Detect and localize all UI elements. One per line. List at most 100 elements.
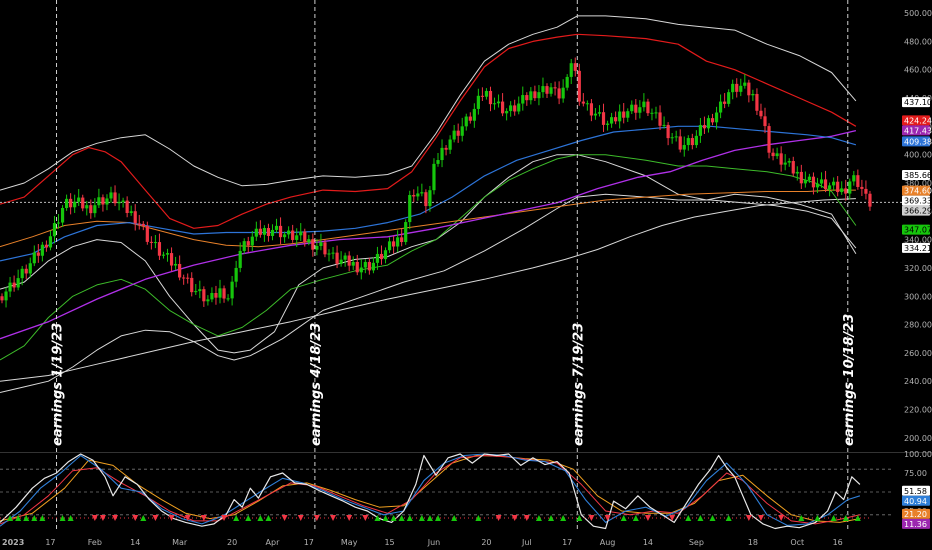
candle-body	[815, 183, 820, 188]
candle-body	[97, 197, 101, 206]
candle-body	[706, 118, 711, 129]
candle-body	[81, 197, 85, 209]
candle-body	[440, 147, 444, 161]
candle-body	[848, 181, 852, 194]
time-tick-label: 20	[481, 538, 491, 547]
time-tick-label: 2023	[2, 538, 24, 547]
candle-body	[214, 292, 218, 298]
candle-body	[178, 263, 182, 278]
candle[interactable]	[404, 219, 408, 245]
candle-body	[182, 277, 186, 279]
time-tick-label: 17	[45, 538, 55, 547]
candle-body	[404, 222, 408, 243]
candle-body	[783, 162, 787, 165]
candle-body	[299, 231, 303, 236]
candle-body	[412, 195, 416, 197]
candle-body	[339, 259, 343, 264]
candle-body	[601, 112, 606, 125]
candle-body	[198, 289, 202, 292]
time-tick-label: Sep	[689, 538, 704, 547]
time-tick-label: Aug	[600, 538, 616, 547]
candle-body	[698, 125, 703, 136]
candle-body	[266, 228, 271, 236]
candle-body	[787, 161, 791, 163]
candle-body	[650, 112, 654, 114]
candle-body	[545, 86, 549, 94]
candle-body	[210, 292, 214, 300]
earnings-label: earnings 4/18/23	[309, 323, 324, 446]
candle-body	[658, 112, 662, 126]
candle-body	[420, 192, 424, 194]
osc-value-label-text: 11.36	[904, 520, 927, 529]
osc-value-label-text: 51.58	[904, 487, 927, 496]
candle-body	[226, 298, 230, 300]
candle-body	[73, 201, 77, 208]
price-label: 417.43	[902, 125, 932, 136]
candle-body	[408, 195, 412, 223]
candle-body	[319, 242, 323, 246]
price-tick-label: 220.00	[904, 406, 932, 415]
candle-body	[258, 228, 262, 235]
candle-body	[666, 124, 670, 139]
price-label: 385.66	[902, 169, 932, 180]
candle-body	[129, 211, 133, 214]
candle-body	[549, 87, 553, 94]
candle-body	[767, 126, 771, 153]
candle-body	[521, 95, 525, 104]
candle-body	[24, 268, 28, 274]
candle-body	[488, 90, 493, 105]
candle-body	[557, 88, 561, 99]
candle-body	[436, 160, 440, 164]
candle-body	[618, 111, 622, 122]
candle-body	[472, 108, 476, 121]
candle-body	[727, 92, 731, 104]
candle-body	[194, 291, 198, 293]
candle-body	[844, 188, 848, 194]
candle-body	[295, 235, 299, 240]
candle-body	[121, 200, 125, 202]
earnings-label: earnings 7/19/23	[571, 323, 586, 446]
candle-body	[391, 241, 396, 247]
candle-body	[614, 117, 618, 122]
candle-body	[173, 263, 178, 266]
candle-body	[779, 153, 783, 165]
candle-body	[836, 181, 840, 193]
candle-body	[355, 261, 359, 273]
candle-body	[52, 223, 57, 237]
chart-background	[0, 0, 932, 550]
candle-body	[400, 237, 404, 243]
candle-body	[525, 95, 529, 101]
candle-body	[674, 136, 678, 138]
candle-body	[323, 242, 327, 255]
stock-chart[interactable]: earnings 1/19/23 earnings 4/18/23 earnings…	[0, 0, 932, 550]
candle-body	[694, 135, 698, 146]
candle-body	[630, 104, 634, 112]
candle-body	[190, 277, 194, 293]
price-tick-label: 240.00	[904, 377, 932, 386]
candle-body	[856, 175, 860, 187]
candle-body	[743, 82, 747, 86]
osc-tick-label: 75.00	[904, 469, 927, 478]
candle-body	[577, 70, 581, 102]
candle-body	[565, 76, 569, 88]
candle-body	[149, 241, 153, 243]
candle-body	[460, 126, 464, 136]
candle-body	[64, 198, 69, 208]
candle-body	[513, 105, 517, 112]
price-label-text: 437.10	[904, 98, 932, 107]
candle-body	[509, 105, 513, 112]
candle-body	[597, 112, 602, 114]
candle-body	[254, 228, 258, 237]
price-label: 366.29	[902, 205, 932, 216]
candle-body	[270, 229, 275, 236]
candle-body	[347, 255, 351, 266]
candle-body	[832, 181, 836, 186]
candle-body	[864, 188, 868, 194]
price-tick-label: 260.00	[904, 349, 932, 358]
time-tick-label: Feb	[88, 538, 102, 547]
candle-body	[351, 261, 355, 266]
candle-body	[807, 176, 812, 181]
candle-body	[622, 111, 626, 118]
candle-body	[537, 92, 541, 99]
price-label: 424.24	[902, 115, 932, 126]
